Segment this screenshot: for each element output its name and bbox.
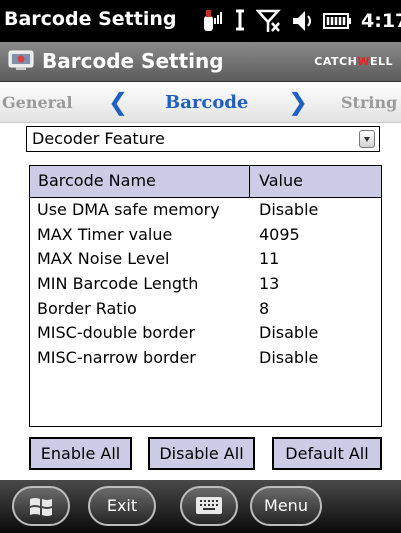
setting-name: MISC-narrow border (37, 348, 196, 368)
tab-prev-arrow-icon[interactable]: ❮ (108, 88, 128, 116)
chevron-down-icon[interactable] (359, 130, 375, 148)
app-icon (8, 50, 34, 70)
clock: 4:17 (361, 10, 401, 32)
menu-button[interactable]: Menu (250, 486, 322, 526)
keyboard-icon (196, 497, 222, 514)
tab-barcode[interactable]: Barcode (165, 92, 248, 113)
brand-logo: CATCHWELL (314, 55, 393, 68)
app-title-bar: Barcode Setting CATCHWELL (0, 42, 401, 82)
list-item[interactable]: MAX Noise Level 11 (30, 248, 381, 273)
volume-icon (293, 11, 311, 31)
list-item[interactable]: Border Ratio 8 (30, 298, 381, 323)
setting-name: MAX Noise Level (37, 249, 170, 269)
barcode-settings-list[interactable]: Barcode Name Value Use DMA safe memory Di… (29, 165, 382, 427)
tab-strip: General ❮ Barcode ❯ String (0, 82, 401, 123)
tab-string[interactable]: String (341, 93, 397, 112)
enable-all-button[interactable]: Enable All (29, 437, 132, 470)
decoder-feature-dropdown[interactable]: Decoder Feature (26, 126, 380, 152)
exit-button[interactable]: Exit (88, 486, 156, 526)
column-divider (249, 166, 250, 197)
column-header-barcode-name[interactable]: Barcode Name (38, 171, 156, 190)
setting-name: Border Ratio (37, 298, 137, 318)
status-bar: Barcode Setting 4:17 (0, 0, 401, 42)
keyboard-button[interactable] (180, 486, 238, 526)
list-item[interactable]: Use DMA safe memory Disable (30, 199, 381, 224)
status-bar-title: Barcode Setting (4, 8, 177, 30)
windows-logo-icon (30, 498, 52, 516)
setting-name: MAX Timer value (37, 224, 173, 244)
tab-general[interactable]: General (2, 93, 73, 112)
setting-value: Disable (259, 323, 319, 343)
setting-value: 11 (259, 249, 280, 269)
column-header-value[interactable]: Value (259, 171, 303, 190)
setting-name: Use DMA safe memory (37, 200, 220, 219)
setting-name: MIN Barcode Length (37, 274, 199, 294)
start-button[interactable] (12, 486, 70, 526)
battery-icon (323, 13, 351, 29)
setting-value: Disable (259, 348, 319, 368)
tab-next-arrow-icon[interactable]: ❯ (288, 88, 308, 116)
default-all-button[interactable]: Default All (272, 437, 382, 470)
setting-name: MISC-double border (37, 323, 196, 343)
list-rows: Use DMA safe memory Disable MAX Timer valu… (30, 199, 381, 372)
status-icons: 4:17 (200, 7, 401, 35)
antenna-icon (236, 9, 244, 31)
list-item[interactable]: MIN Barcode Length 13 (30, 273, 381, 298)
setting-value: 4095 (259, 224, 300, 244)
list-item[interactable]: MISC-narrow border Disable (30, 347, 381, 372)
list-item[interactable]: MISC-double border Disable (30, 322, 381, 347)
setting-value: Disable (259, 200, 319, 219)
setting-value: 13 (259, 274, 280, 294)
signal-icon (204, 10, 222, 31)
disable-all-button[interactable]: Disable All (148, 437, 255, 470)
list-item[interactable]: MAX Timer value 4095 (30, 224, 381, 249)
dropdown-selected-value: Decoder Feature (32, 129, 165, 148)
no-data-connection-icon (256, 9, 281, 32)
app-title: Barcode Setting (42, 49, 224, 73)
setting-value: 8 (259, 298, 270, 318)
list-header: Barcode Name Value (30, 166, 381, 198)
soft-key-bar: Exit Menu (0, 480, 401, 533)
